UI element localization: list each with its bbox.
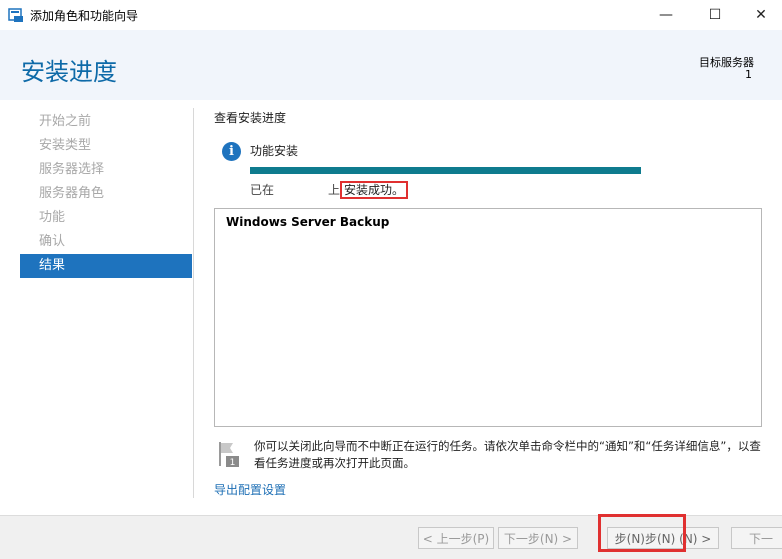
nav-item-server-selection: 服务器选择 <box>39 162 105 177</box>
title-bar: 添加角色和功能向导 — ☐ ✕ <box>0 0 782 30</box>
feature-install-label: 功能安装 <box>250 144 299 158</box>
wizard-header <box>0 30 782 100</box>
install-progress-bar <box>250 167 641 174</box>
wizard-steps-nav: 开始之前 安装类型 服务器选择 服务器角色 功能 确认 结果 <box>20 110 192 278</box>
close-icon: ✕ <box>755 7 767 23</box>
install-status: 已在 上安装成功。 <box>250 181 409 199</box>
cancel-button[interactable]: 下一 <box>731 527 782 549</box>
export-config-link[interactable]: 导出配置设置 <box>214 481 286 498</box>
status-success-text: 安装成功。 <box>340 181 409 199</box>
nav-item-installation-type: 安装类型 <box>39 138 92 153</box>
highlight-annotation <box>598 514 686 552</box>
results-list: Windows Server Backup <box>214 208 762 427</box>
window-title: 添加角色和功能向导 <box>30 9 139 23</box>
svg-text:1: 1 <box>230 458 236 468</box>
maximize-button[interactable]: ☐ <box>692 0 738 30</box>
notification-flag-icon: 1 <box>219 442 239 468</box>
list-item: Windows Server Backup <box>226 215 390 229</box>
page-title: 安装进度 <box>21 58 117 86</box>
status-prefix: 已在 <box>250 183 275 197</box>
server-manager-icon <box>8 8 23 22</box>
minimize-icon: — <box>659 7 673 23</box>
nav-item-before-you-begin: 开始之前 <box>39 114 92 129</box>
note-text: 你可以关闭此向导而不中断正在运行的任务。请依次单击命令栏中的“通知”和“任务详细… <box>254 439 761 470</box>
section-title: 查看安装进度 <box>214 111 287 125</box>
maximize-icon: ☐ <box>708 7 722 23</box>
nav-item-server-roles: 服务器角色 <box>39 186 105 201</box>
info-icon: i <box>222 142 241 161</box>
minimize-button[interactable]: — <box>643 0 689 30</box>
progress-fill <box>250 167 641 174</box>
close-button[interactable]: ✕ <box>738 0 782 30</box>
previous-button[interactable]: < 上一步(P) <box>418 527 494 549</box>
nav-divider <box>193 108 194 498</box>
target-server-value: 1 <box>745 68 752 81</box>
nav-item-confirmation: 确认 <box>39 234 66 249</box>
nav-item-features: 功能 <box>39 210 66 225</box>
next-button[interactable]: 下一步(N) > <box>498 527 578 549</box>
status-suffix: 上 <box>328 183 341 197</box>
nav-item-results[interactable]: 结果 <box>20 254 192 278</box>
